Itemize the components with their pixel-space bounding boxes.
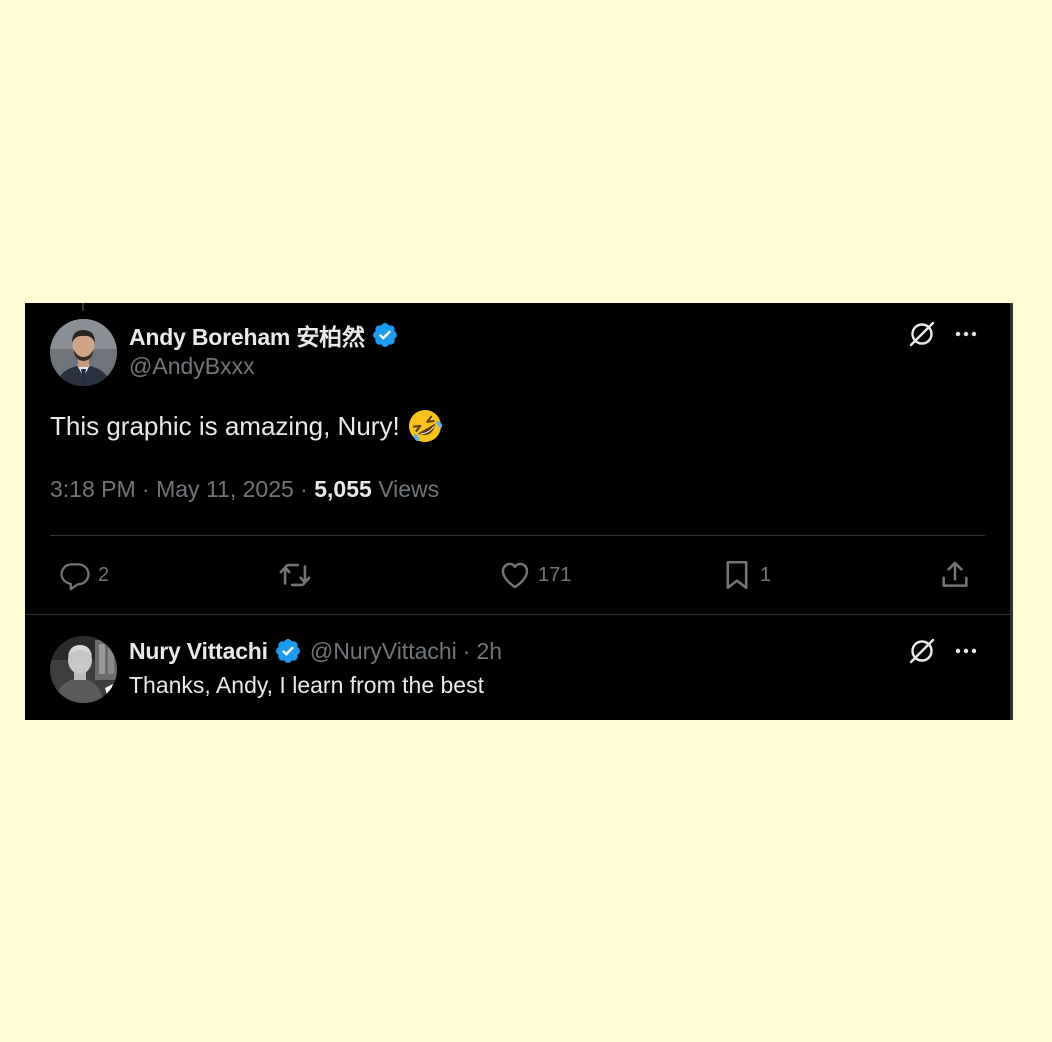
- reply-text: Thanks, Andy, I learn from the best: [129, 672, 484, 698]
- tweet-text: This graphic is amazing, Nury!: [50, 407, 444, 445]
- bookmark-icon: [720, 558, 754, 592]
- reply-author-avatar[interactable]: [50, 636, 117, 703]
- verified-badge-icon[interactable]: [371, 321, 399, 349]
- tweet-top-actions: [907, 319, 981, 349]
- like-count: 171: [538, 563, 572, 586]
- meta-separator: ·: [142, 476, 150, 502]
- grok-icon[interactable]: [907, 636, 937, 666]
- author-handle[interactable]: @AndyBxxx: [129, 353, 255, 380]
- views-label[interactable]: Views: [378, 476, 439, 502]
- bookmark-button[interactable]: 1: [720, 555, 771, 595]
- thread-line: [82, 303, 84, 311]
- reply-count: 2: [98, 563, 110, 586]
- reply-header: Nury Vittachi @NuryVittachi · 2h: [129, 633, 502, 669]
- author-name-row: Andy Boreham 安柏然: [129, 317, 399, 353]
- reply-top-actions: [907, 636, 981, 666]
- verified-badge-icon[interactable]: [274, 637, 302, 665]
- reply-author-handle[interactable]: @NuryVittachi: [310, 638, 457, 665]
- tweet-body: This graphic is amazing, Nury!: [50, 410, 400, 441]
- repost-button[interactable]: [276, 555, 320, 595]
- tweet-card: Andy Boreham 安柏然 @AndyBxxx This graphic: [25, 303, 1013, 720]
- tweet-time[interactable]: 3:18 PM: [50, 476, 136, 502]
- meta-separator: ·: [300, 476, 308, 502]
- like-button[interactable]: 171: [498, 555, 571, 595]
- author-display-name[interactable]: Andy Boreham 安柏然: [129, 318, 365, 352]
- tweet-meta: 3:18 PM · May 11, 2025 · 5,055 Views: [50, 476, 439, 503]
- reply-author-display-name[interactable]: Nury Vittachi: [129, 638, 268, 665]
- repost-icon: [276, 558, 314, 592]
- divider: [50, 535, 985, 536]
- author-avatar[interactable]: [50, 319, 117, 386]
- bookmark-count: 1: [760, 563, 772, 586]
- more-options-icon[interactable]: [951, 319, 981, 349]
- reply-icon: [58, 558, 92, 592]
- rolling-on-floor-laughing-icon: [406, 407, 444, 445]
- share-button[interactable]: [938, 555, 972, 595]
- reply-timestamp[interactable]: 2h: [476, 638, 502, 665]
- divider: [25, 614, 1013, 615]
- reply-separator: ·: [462, 637, 471, 664]
- tweet-date[interactable]: May 11, 2025: [156, 476, 294, 502]
- share-icon: [938, 558, 972, 592]
- scrollbar-edge: [1010, 303, 1013, 720]
- action-bar: 2 171 1: [50, 555, 985, 595]
- views-count[interactable]: 5,055: [314, 476, 372, 502]
- more-options-icon[interactable]: [951, 636, 981, 666]
- heart-icon: [498, 558, 532, 592]
- reply-button[interactable]: 2: [58, 555, 109, 595]
- grok-icon[interactable]: [907, 319, 937, 349]
